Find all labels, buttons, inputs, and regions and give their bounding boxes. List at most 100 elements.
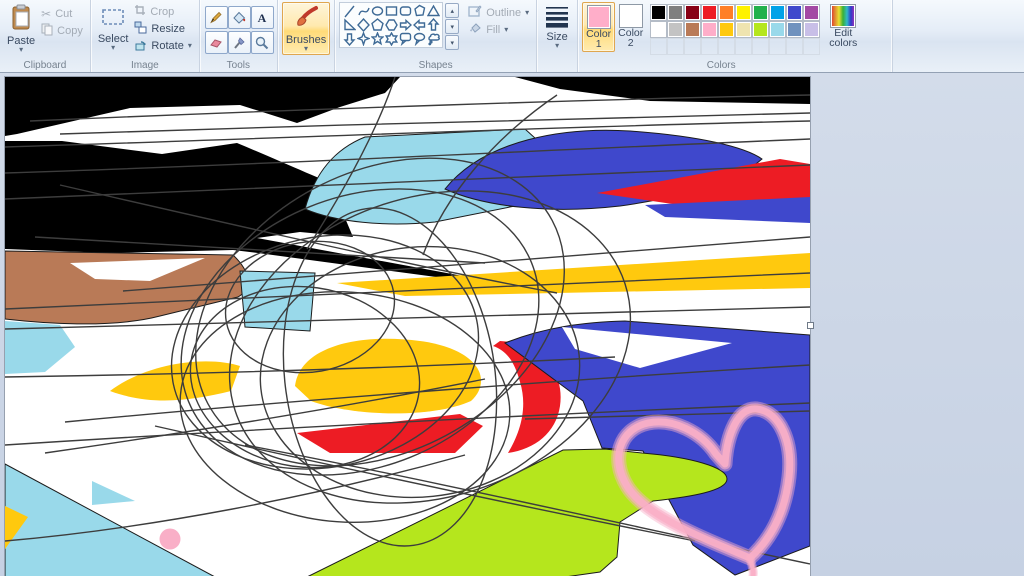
shapes-more-button[interactable]: ▾ — [445, 35, 459, 50]
outline-caret-icon: ▾ — [525, 10, 529, 16]
tools-group-label: Tools — [200, 60, 277, 71]
color-picker-icon — [232, 36, 246, 50]
shape-line[interactable] — [342, 4, 356, 18]
palette-swatch[interactable] — [667, 21, 684, 38]
down-arrow-icon — [343, 32, 356, 46]
shape-outline-button[interactable]: Outline ▾ — [465, 4, 532, 21]
crop-button[interactable]: Crop — [131, 3, 194, 20]
shape-four-point-star[interactable] — [356, 32, 370, 46]
rotate-button[interactable]: Rotate ▾ — [131, 37, 194, 54]
palette-swatch[interactable] — [735, 21, 752, 38]
shape-up-arrow[interactable] — [426, 18, 440, 32]
edit-colors-icon — [830, 4, 856, 28]
select-button[interactable]: Select ▾ — [95, 2, 132, 53]
palette-swatch[interactable] — [803, 21, 820, 38]
copy-label: Copy — [57, 25, 83, 37]
shape-hexagon[interactable] — [384, 18, 398, 32]
shape-rounded-rectangle[interactable] — [398, 4, 412, 18]
shape-down-arrow[interactable] — [342, 32, 356, 46]
canvas-resize-handle[interactable] — [807, 322, 814, 329]
paste-caret-icon: ▾ — [19, 47, 23, 53]
curve-icon — [357, 4, 370, 18]
size-icon — [544, 4, 570, 31]
palette-swatch[interactable] — [718, 21, 735, 38]
paste-button[interactable]: Paste ▾ — [4, 2, 38, 55]
color2-button[interactable]: Color 2 — [615, 2, 646, 50]
shape-curve[interactable] — [356, 4, 370, 18]
tool-eraser-button[interactable] — [205, 31, 228, 54]
shape-right-arrow[interactable] — [398, 18, 412, 32]
rotate-caret-icon: ▾ — [188, 43, 192, 49]
tool-color-picker-button[interactable] — [228, 31, 251, 54]
right-triangle-icon — [343, 18, 356, 32]
palette-swatch[interactable] — [650, 4, 667, 21]
fill-icon — [468, 22, 482, 38]
shape-six-point-star[interactable] — [384, 32, 398, 46]
line-icon — [343, 4, 356, 18]
six-point-star-icon — [385, 32, 398, 46]
edit-colors-button[interactable]: Edit colors — [826, 2, 860, 50]
cloud-callout-icon — [427, 32, 440, 46]
palette-swatch[interactable] — [701, 4, 718, 21]
shape-fill-button[interactable]: Fill ▾ — [465, 21, 532, 38]
palette-swatch[interactable] — [752, 21, 769, 38]
shape-diamond[interactable] — [356, 18, 370, 32]
shape-rounded-callout[interactable] — [398, 32, 412, 46]
shape-polygon[interactable] — [412, 4, 426, 18]
brushes-caret-icon: ▾ — [304, 46, 308, 52]
eraser-icon — [209, 36, 223, 50]
select-icon — [101, 4, 125, 33]
rounded-rectangle-icon — [399, 4, 412, 18]
palette-swatch[interactable] — [718, 4, 735, 21]
shape-rectangle[interactable] — [384, 4, 398, 18]
shape-ellipse[interactable] — [370, 4, 384, 18]
palette-empty-cell — [667, 38, 684, 55]
palette-swatch[interactable] — [735, 4, 752, 21]
palette-swatch[interactable] — [684, 21, 701, 38]
shapes-scroll-up-button[interactable]: ▴ — [445, 3, 459, 18]
palette-swatch[interactable] — [769, 4, 786, 21]
paste-icon — [9, 4, 33, 35]
palette-empty-cell — [803, 38, 820, 55]
palette-swatch[interactable] — [769, 21, 786, 38]
cut-button[interactable]: ✂ Cut — [38, 5, 86, 22]
palette-swatch[interactable] — [786, 21, 803, 38]
ellipse-icon — [371, 4, 384, 18]
brushes-button[interactable]: Brushes ▾ — [282, 2, 330, 55]
group-clipboard: Paste ▾ ✂ Cut Copy Clipboard — [0, 0, 91, 72]
tool-pencil-button[interactable] — [205, 6, 228, 29]
palette-swatch[interactable] — [701, 21, 718, 38]
resize-button[interactable]: Resize — [131, 20, 194, 37]
fill-label: Fill — [486, 24, 500, 36]
group-shapes: ▴ ▾ ▾ Outline ▾ — [335, 0, 537, 72]
shape-pentagon[interactable] — [370, 18, 384, 32]
crop-label: Crop — [150, 6, 174, 18]
drawing-canvas[interactable] — [5, 77, 810, 576]
tool-magnifier-button[interactable] — [251, 31, 274, 54]
image-group-label: Image — [91, 60, 199, 71]
shape-five-point-star[interactable] — [370, 32, 384, 46]
shapes-scroll-down-button[interactable]: ▾ — [445, 19, 459, 34]
palette-swatch[interactable] — [650, 21, 667, 38]
shape-cloud-callout[interactable] — [426, 32, 440, 46]
shape-triangle[interactable] — [426, 4, 440, 18]
palette-swatch[interactable] — [803, 4, 820, 21]
shapes-group-label: Shapes — [335, 60, 536, 71]
up-arrow-icon — [427, 18, 440, 32]
palette-swatch[interactable] — [667, 4, 684, 21]
palette-swatch[interactable] — [684, 4, 701, 21]
tool-fill-with-color-button[interactable] — [228, 6, 251, 29]
size-button[interactable]: Size ▾ — [541, 2, 573, 51]
palette-empty-cell — [684, 38, 701, 55]
copy-button[interactable]: Copy — [38, 22, 86, 39]
color1-button[interactable]: Color 1 — [582, 2, 615, 52]
shape-left-arrow[interactable] — [412, 18, 426, 32]
shape-oval-callout[interactable] — [412, 32, 426, 46]
tool-text-button[interactable]: A — [251, 6, 274, 29]
rotate-label: Rotate — [151, 40, 183, 52]
outline-label: Outline — [486, 7, 521, 19]
palette-swatch[interactable] — [752, 4, 769, 21]
rounded-callout-icon — [399, 32, 412, 46]
shape-right-triangle[interactable] — [342, 18, 356, 32]
palette-swatch[interactable] — [786, 4, 803, 21]
